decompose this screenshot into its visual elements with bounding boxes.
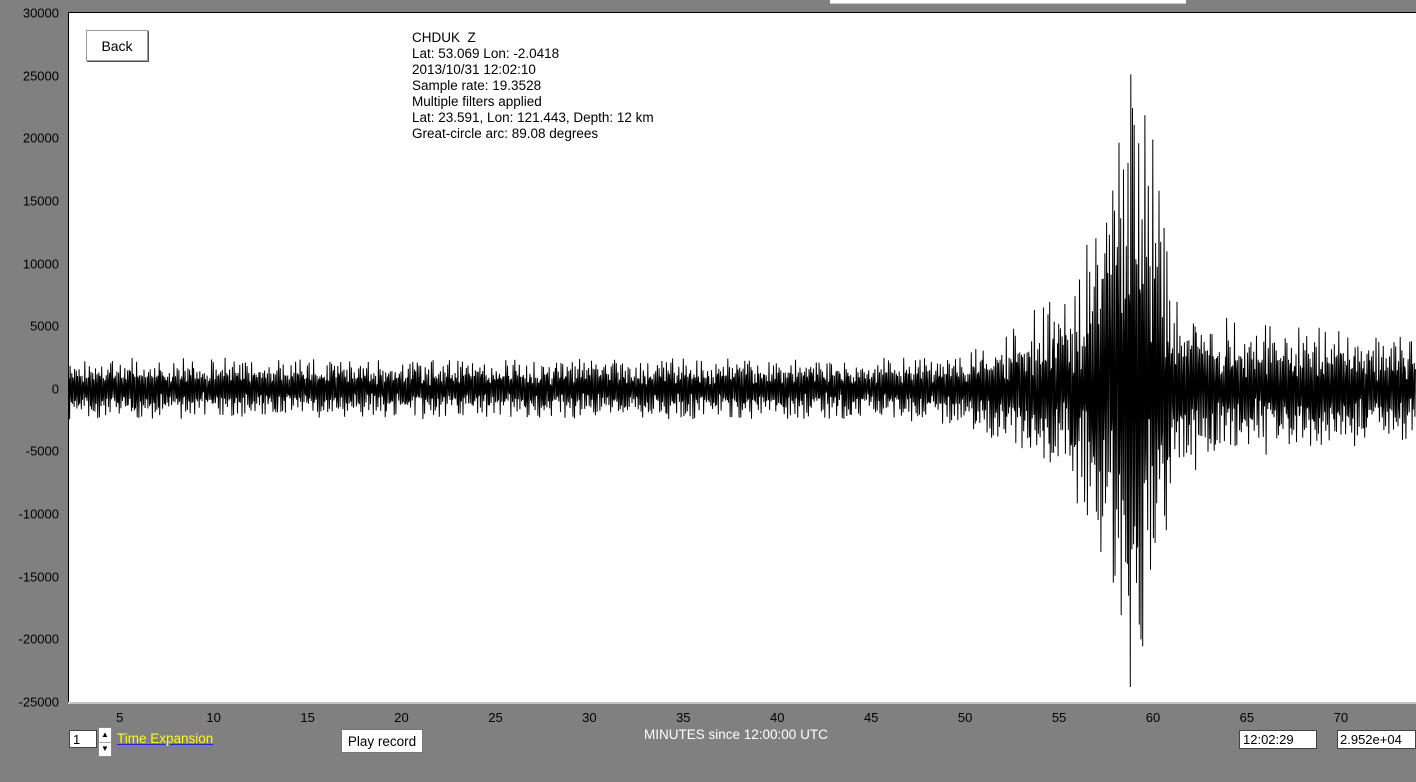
x-axis-label: MINUTES since 12:00:00 UTC: [644, 727, 828, 742]
cursor-amplitude-readout: 2.952e+04: [1337, 730, 1416, 749]
great-circle-arc: Great-circle arc: 89.08 degrees: [412, 126, 599, 141]
cursor-time-readout: 12:02:29: [1239, 730, 1317, 749]
filter-status: Multiple filters applied: [412, 94, 542, 109]
time-expansion-input[interactable]: 1: [69, 730, 97, 748]
station-name: CHDUK Z: [412, 30, 476, 45]
play-record-button[interactable]: Play record: [341, 729, 423, 753]
spinner-down-arrow-icon[interactable]: ▼: [99, 742, 111, 756]
back-button[interactable]: Back: [86, 30, 148, 61]
station-location: Lat: 53.069 Lon: -2.0418: [412, 46, 560, 61]
seismogram-trace-line: [68, 74, 1416, 688]
spinner-up-arrow-icon[interactable]: ▲: [99, 728, 111, 743]
time-expansion-spinner[interactable]: ▲ ▼: [98, 727, 112, 757]
record-datetime: 2013/10/31 12:02:10: [412, 62, 536, 77]
time-expansion-label: Time Expansion: [117, 731, 214, 746]
sample-rate: Sample rate: 19.3528: [412, 78, 542, 93]
seismogram-trace-chart: [68, 74, 1416, 688]
event-location: Lat: 23.591, Lon: 121.443, Depth: 12 km: [412, 110, 654, 125]
station-info-block: CHDUK Z Lat: 53.069 Lon: -2.0418 2013/10…: [412, 30, 654, 142]
